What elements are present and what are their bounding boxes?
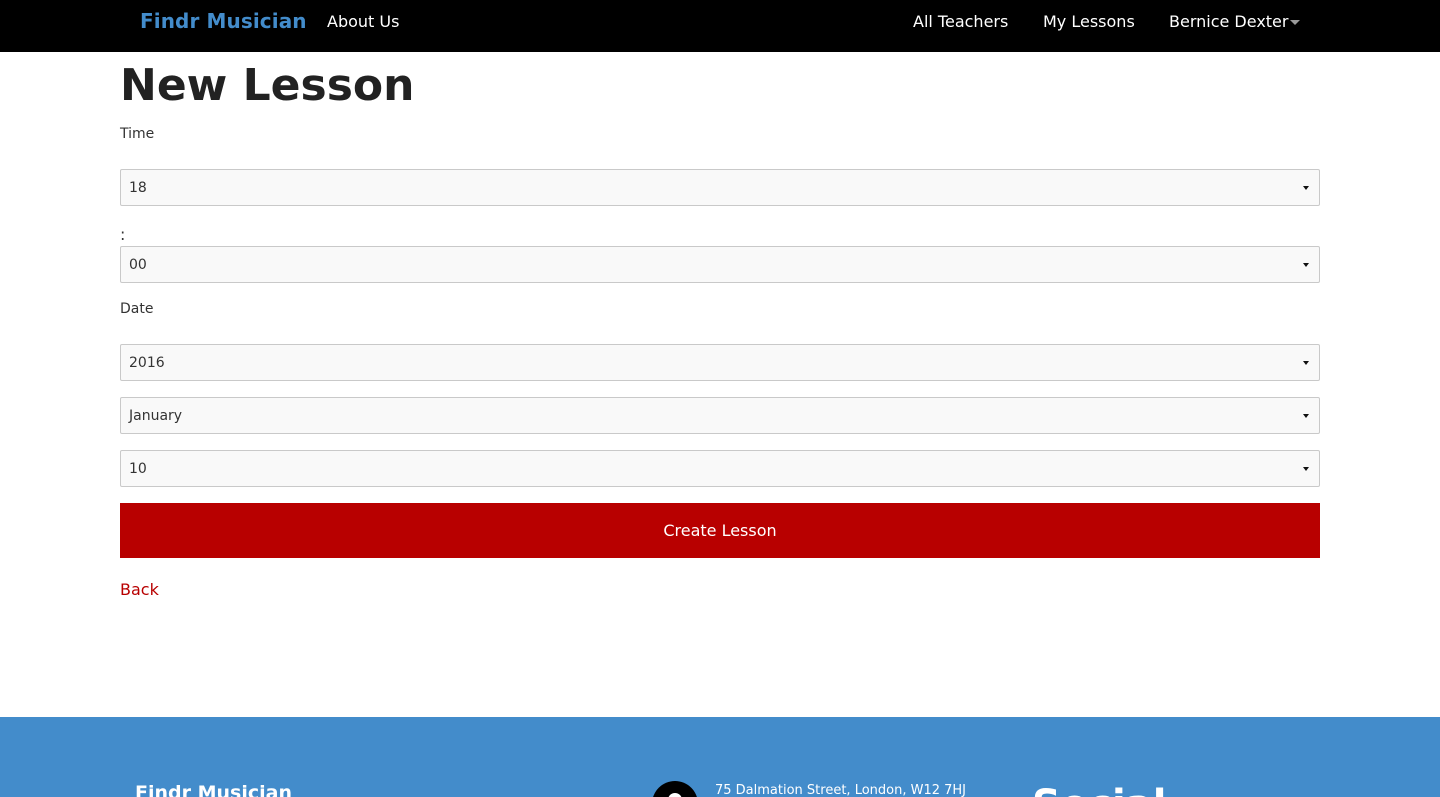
dropdown-arrow-icon bbox=[1303, 467, 1309, 471]
footer-brand: Findr Musician bbox=[135, 782, 292, 797]
create-lesson-button[interactable]: Create Lesson bbox=[120, 503, 1320, 558]
back-link[interactable]: Back bbox=[120, 580, 159, 599]
chevron-down-icon[interactable] bbox=[1290, 20, 1300, 25]
time-separator: : bbox=[120, 225, 126, 244]
year-select-value: 2016 bbox=[129, 355, 165, 371]
top-navbar: Findr Musician About Us All Teachers My … bbox=[0, 0, 1440, 52]
day-select[interactable]: 10 bbox=[120, 450, 1320, 487]
month-select[interactable]: January bbox=[120, 397, 1320, 434]
user-menu-toggle[interactable]: Bernice Dexter bbox=[1169, 12, 1288, 31]
minute-select-value: 00 bbox=[129, 257, 147, 273]
dropdown-arrow-icon bbox=[1303, 414, 1309, 418]
minute-select[interactable]: 00 bbox=[120, 246, 1320, 283]
footer-address: 75 Dalmation Street, London, W12 7HJ bbox=[715, 783, 967, 797]
nav-my-lessons[interactable]: My Lessons bbox=[1043, 12, 1135, 31]
map-pin-icon bbox=[652, 781, 698, 797]
time-label: Time bbox=[120, 126, 155, 142]
dropdown-arrow-icon bbox=[1303, 361, 1309, 365]
footer-social-heading: Social bbox=[1032, 781, 1166, 797]
month-select-value: January bbox=[129, 408, 183, 424]
year-select[interactable]: 2016 bbox=[120, 344, 1320, 381]
dropdown-arrow-icon bbox=[1303, 186, 1309, 190]
brand-link[interactable]: Findr Musician bbox=[140, 9, 307, 33]
dropdown-arrow-icon bbox=[1303, 263, 1309, 267]
hour-select-value: 18 bbox=[129, 180, 147, 196]
page-title: New Lesson bbox=[120, 60, 415, 111]
date-label: Date bbox=[120, 301, 154, 317]
nav-all-teachers[interactable]: All Teachers bbox=[913, 12, 1008, 31]
hour-select[interactable]: 18 bbox=[120, 169, 1320, 206]
day-select-value: 10 bbox=[129, 461, 147, 477]
site-footer: Findr Musician 75 Dalmation Street, Lond… bbox=[0, 717, 1440, 797]
nav-about-us[interactable]: About Us bbox=[327, 12, 399, 31]
